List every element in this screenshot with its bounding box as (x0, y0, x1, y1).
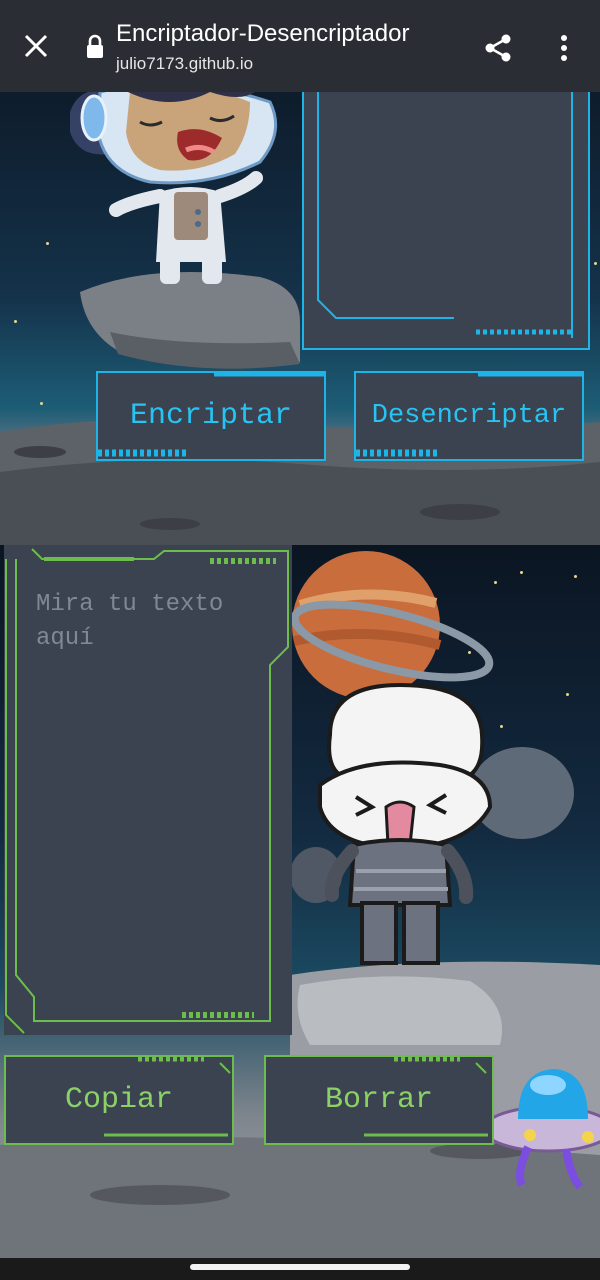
clear-button-decoration (364, 1056, 488, 1137)
astronaut-illustration (70, 92, 278, 284)
output-textarea[interactable] (24, 578, 268, 1008)
decrypt-button-decoration (356, 371, 582, 457)
more-vert-icon[interactable] (558, 34, 570, 62)
encrypt-button-decoration (98, 371, 324, 457)
browser-toolbar: Encriptador-Desencriptador julio7173.git… (0, 0, 600, 92)
input-text-panel[interactable] (302, 92, 590, 350)
copy-button-decoration (104, 1056, 231, 1137)
page-url: julio7173.github.io (116, 54, 254, 73)
panel-frame-decoration (317, 92, 574, 338)
input-section: Encriptar Desencriptar (0, 92, 600, 545)
page-title: Encriptador-Desencriptador (116, 20, 410, 47)
close-icon[interactable] (22, 32, 50, 60)
home-indicator[interactable] (190, 1264, 410, 1270)
share-icon[interactable] (482, 32, 514, 64)
lock-icon (84, 34, 106, 60)
